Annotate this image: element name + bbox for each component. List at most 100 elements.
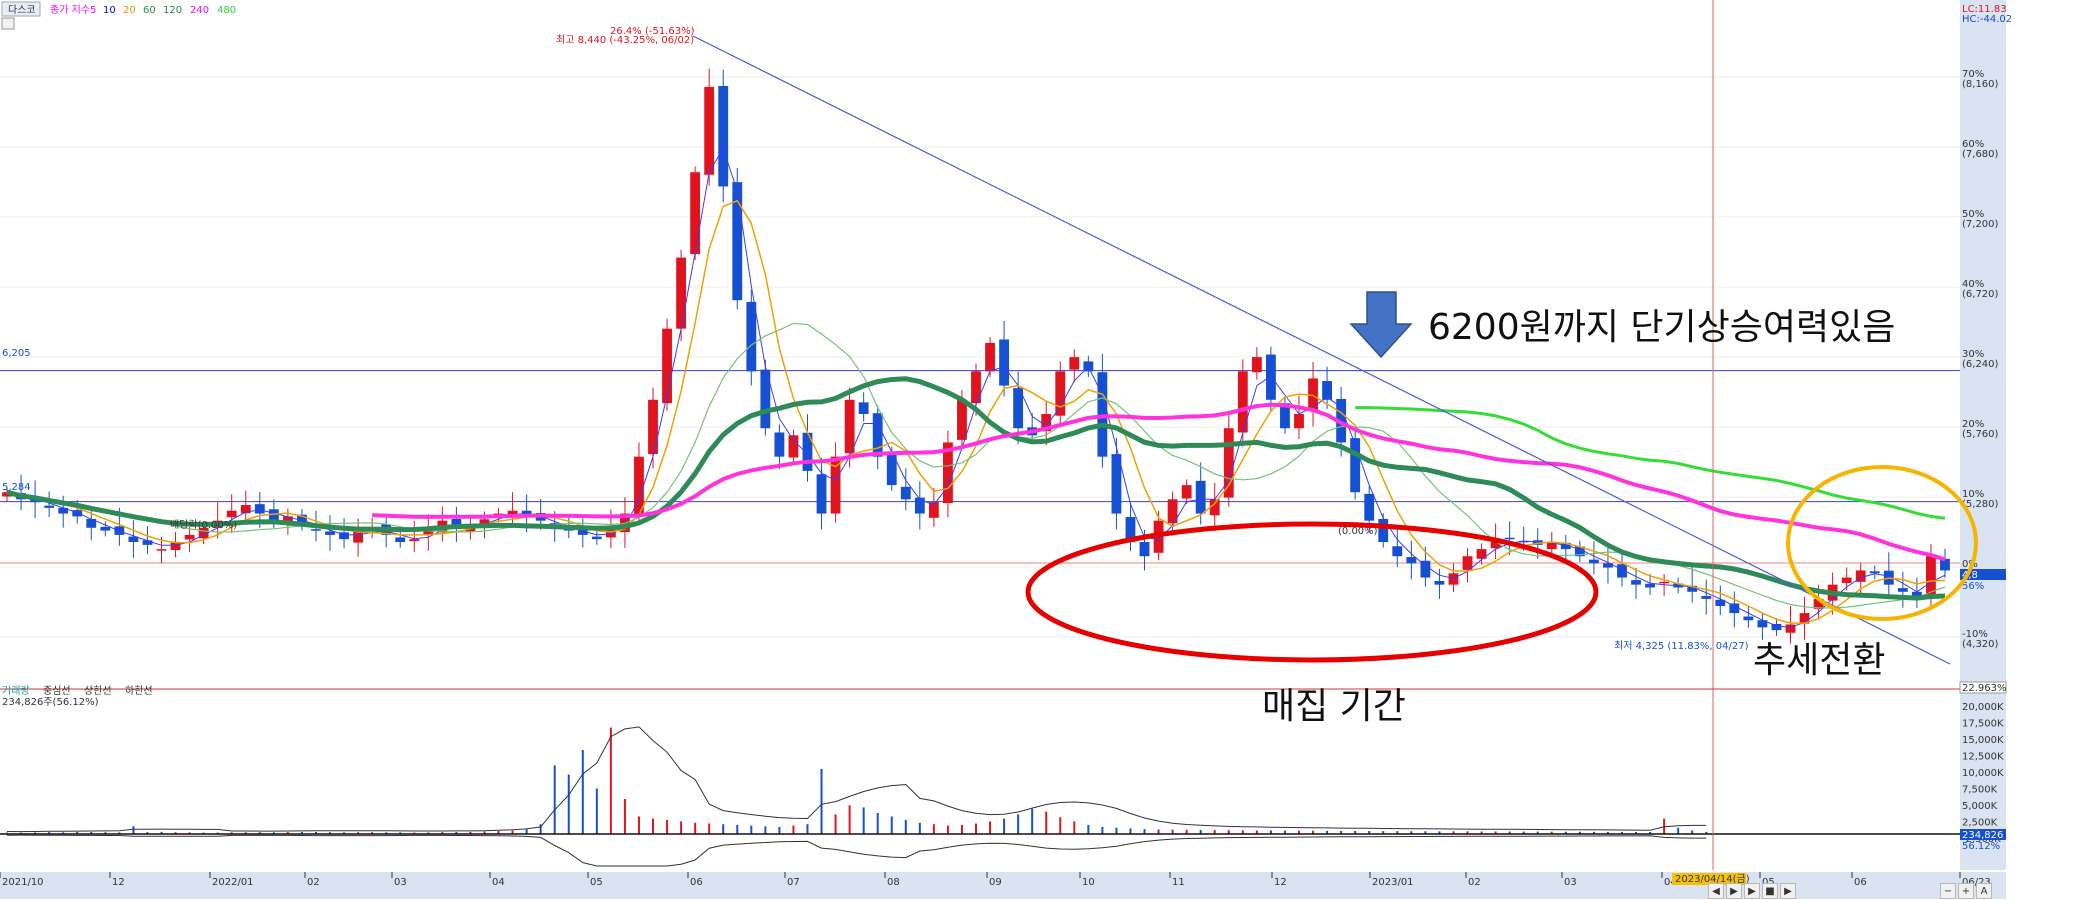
x-axis-label: 2021/10 — [2, 877, 44, 888]
ma-legend-item: 120 — [163, 5, 182, 16]
candle-body — [690, 172, 701, 255]
candle-body — [648, 399, 658, 455]
x-axis-label: 06 — [690, 877, 703, 888]
candle-body — [1926, 556, 1936, 596]
volume-axis-tick: 12,500K — [1962, 752, 2004, 763]
candle-body — [844, 399, 855, 454]
candle-body — [1645, 583, 1655, 588]
x-axis-label: 02 — [1468, 877, 1481, 888]
zoom-out-button[interactable]: − — [1940, 883, 1956, 899]
candle-body — [985, 342, 995, 372]
candle-body — [746, 301, 757, 372]
volume-legend-item: 상한선 — [84, 685, 112, 697]
hc-label: HC:-44.02 — [1962, 14, 2012, 25]
candle-body — [1139, 542, 1150, 557]
candle-body — [662, 328, 672, 404]
x-axis-label: 12 — [112, 877, 125, 888]
volume-axis-tick: 15,000K — [1962, 735, 2004, 746]
play-button[interactable]: ▶ — [1744, 883, 1760, 899]
volume-axis-tick: 2,500K — [1962, 818, 1998, 829]
volume-axis-top: 22.963% — [1962, 683, 2007, 694]
volume-current: 234,826 — [1962, 830, 2003, 841]
candle-body — [1237, 371, 1248, 433]
ma-legend-item: 5 — [90, 5, 96, 16]
candle-body — [1743, 616, 1754, 621]
candle-body — [957, 399, 967, 440]
ma-legend-item: 10 — [103, 5, 116, 16]
legend-label: 종가 지수 — [50, 4, 90, 16]
candle-body — [914, 497, 925, 514]
volume-legend-item: 거래량 — [2, 685, 30, 697]
candle-body — [718, 86, 729, 187]
price-axis-price: (8,160) — [1962, 79, 1999, 90]
candle-body — [1940, 558, 1950, 571]
auto-scale-button[interactable]: A — [1976, 883, 1992, 899]
x-axis-label: 11 — [1172, 877, 1185, 888]
scroll-right-button[interactable]: ▶ — [1726, 883, 1742, 899]
candle-body — [311, 529, 321, 531]
candle-body — [676, 257, 687, 329]
candle-body — [1841, 577, 1852, 583]
candle-body — [409, 539, 420, 542]
candle-body — [858, 402, 869, 414]
candle-body — [44, 505, 55, 508]
candle-body — [704, 86, 715, 175]
candle-body — [1588, 559, 1599, 564]
candle-body — [1350, 438, 1361, 493]
candle-body — [1251, 357, 1262, 373]
candle-body — [1869, 571, 1880, 574]
volume-axis-tick: 7,500K — [1962, 785, 1998, 796]
candle-body — [1181, 485, 1192, 499]
menu-icon[interactable] — [1, 17, 15, 30]
x-axis-label: 04 — [492, 877, 505, 888]
candle-body — [184, 534, 195, 540]
price-axis-price: (5,760) — [1962, 429, 1999, 440]
x-axis-label: 12 — [1274, 877, 1287, 888]
candle-body — [872, 413, 883, 457]
candle-body — [254, 504, 265, 514]
dividend-annotation: 배당락(0.00%) — [170, 519, 237, 531]
trend-change-note: 추세전환 — [1753, 640, 1885, 681]
candle-body — [1504, 537, 1515, 540]
candle-body — [1631, 580, 1641, 585]
price-axis-price: (6,720) — [1962, 289, 1999, 300]
zoom-in-button[interactable]: + — [1958, 883, 1974, 899]
volume-axis-tick: 5,000K — [1962, 801, 1998, 812]
right-margin — [2006, 0, 2083, 899]
candle-body — [395, 537, 406, 542]
ma-legend-item: 60 — [143, 5, 156, 16]
candle-body — [1195, 480, 1206, 514]
candle-body — [732, 182, 743, 301]
upside-note: 6200원까지 단기상승여력있음 — [1428, 307, 1895, 348]
candle-body — [1223, 428, 1234, 498]
price-axis-price: (7,680) — [1962, 149, 1999, 160]
candle-body — [591, 536, 602, 540]
stop-button[interactable]: ■ — [1762, 883, 1778, 899]
x-axis-label: 03 — [394, 877, 407, 888]
candle-body — [999, 339, 1010, 386]
ma-legend-item: 480 — [217, 5, 236, 16]
candle-body — [900, 486, 911, 500]
step-button[interactable]: ▶ — [1780, 883, 1796, 899]
ma-legend-item: 240 — [190, 5, 209, 16]
x-axis-label: 10 — [1082, 877, 1095, 888]
candle-body — [325, 531, 335, 535]
stock-chart: 다스코 종가 지수 5 10 20 60 120 240 480 LC:11.83 HC:-… — [0, 0, 2083, 899]
x-axis-label: 2023/01 — [1372, 877, 1414, 888]
peak-annotation-2: 26.4% (-51.63%) — [610, 26, 695, 37]
candle-body — [1462, 556, 1473, 570]
candle-body — [226, 510, 237, 518]
x-axis-label: 06 — [1854, 877, 1867, 888]
ma-legend-item: 20 — [123, 5, 136, 16]
app-tab-label: 다스코 — [8, 4, 36, 16]
volume-legend-item: 중심선 — [43, 685, 71, 697]
level-label-5284: 5,284 — [2, 482, 31, 493]
volume-axis-tick: 20,000K — [1962, 702, 2004, 713]
price-axis-price: (6,240) — [1962, 359, 1999, 370]
volume-axis-tick: 10,000K — [1962, 768, 2004, 779]
x-axis-label: 09 — [989, 877, 1002, 888]
candle-body — [1294, 414, 1304, 429]
candle-body — [1378, 518, 1389, 542]
scroll-left-button[interactable]: ◀ — [1708, 883, 1724, 899]
candle-body — [774, 432, 785, 457]
